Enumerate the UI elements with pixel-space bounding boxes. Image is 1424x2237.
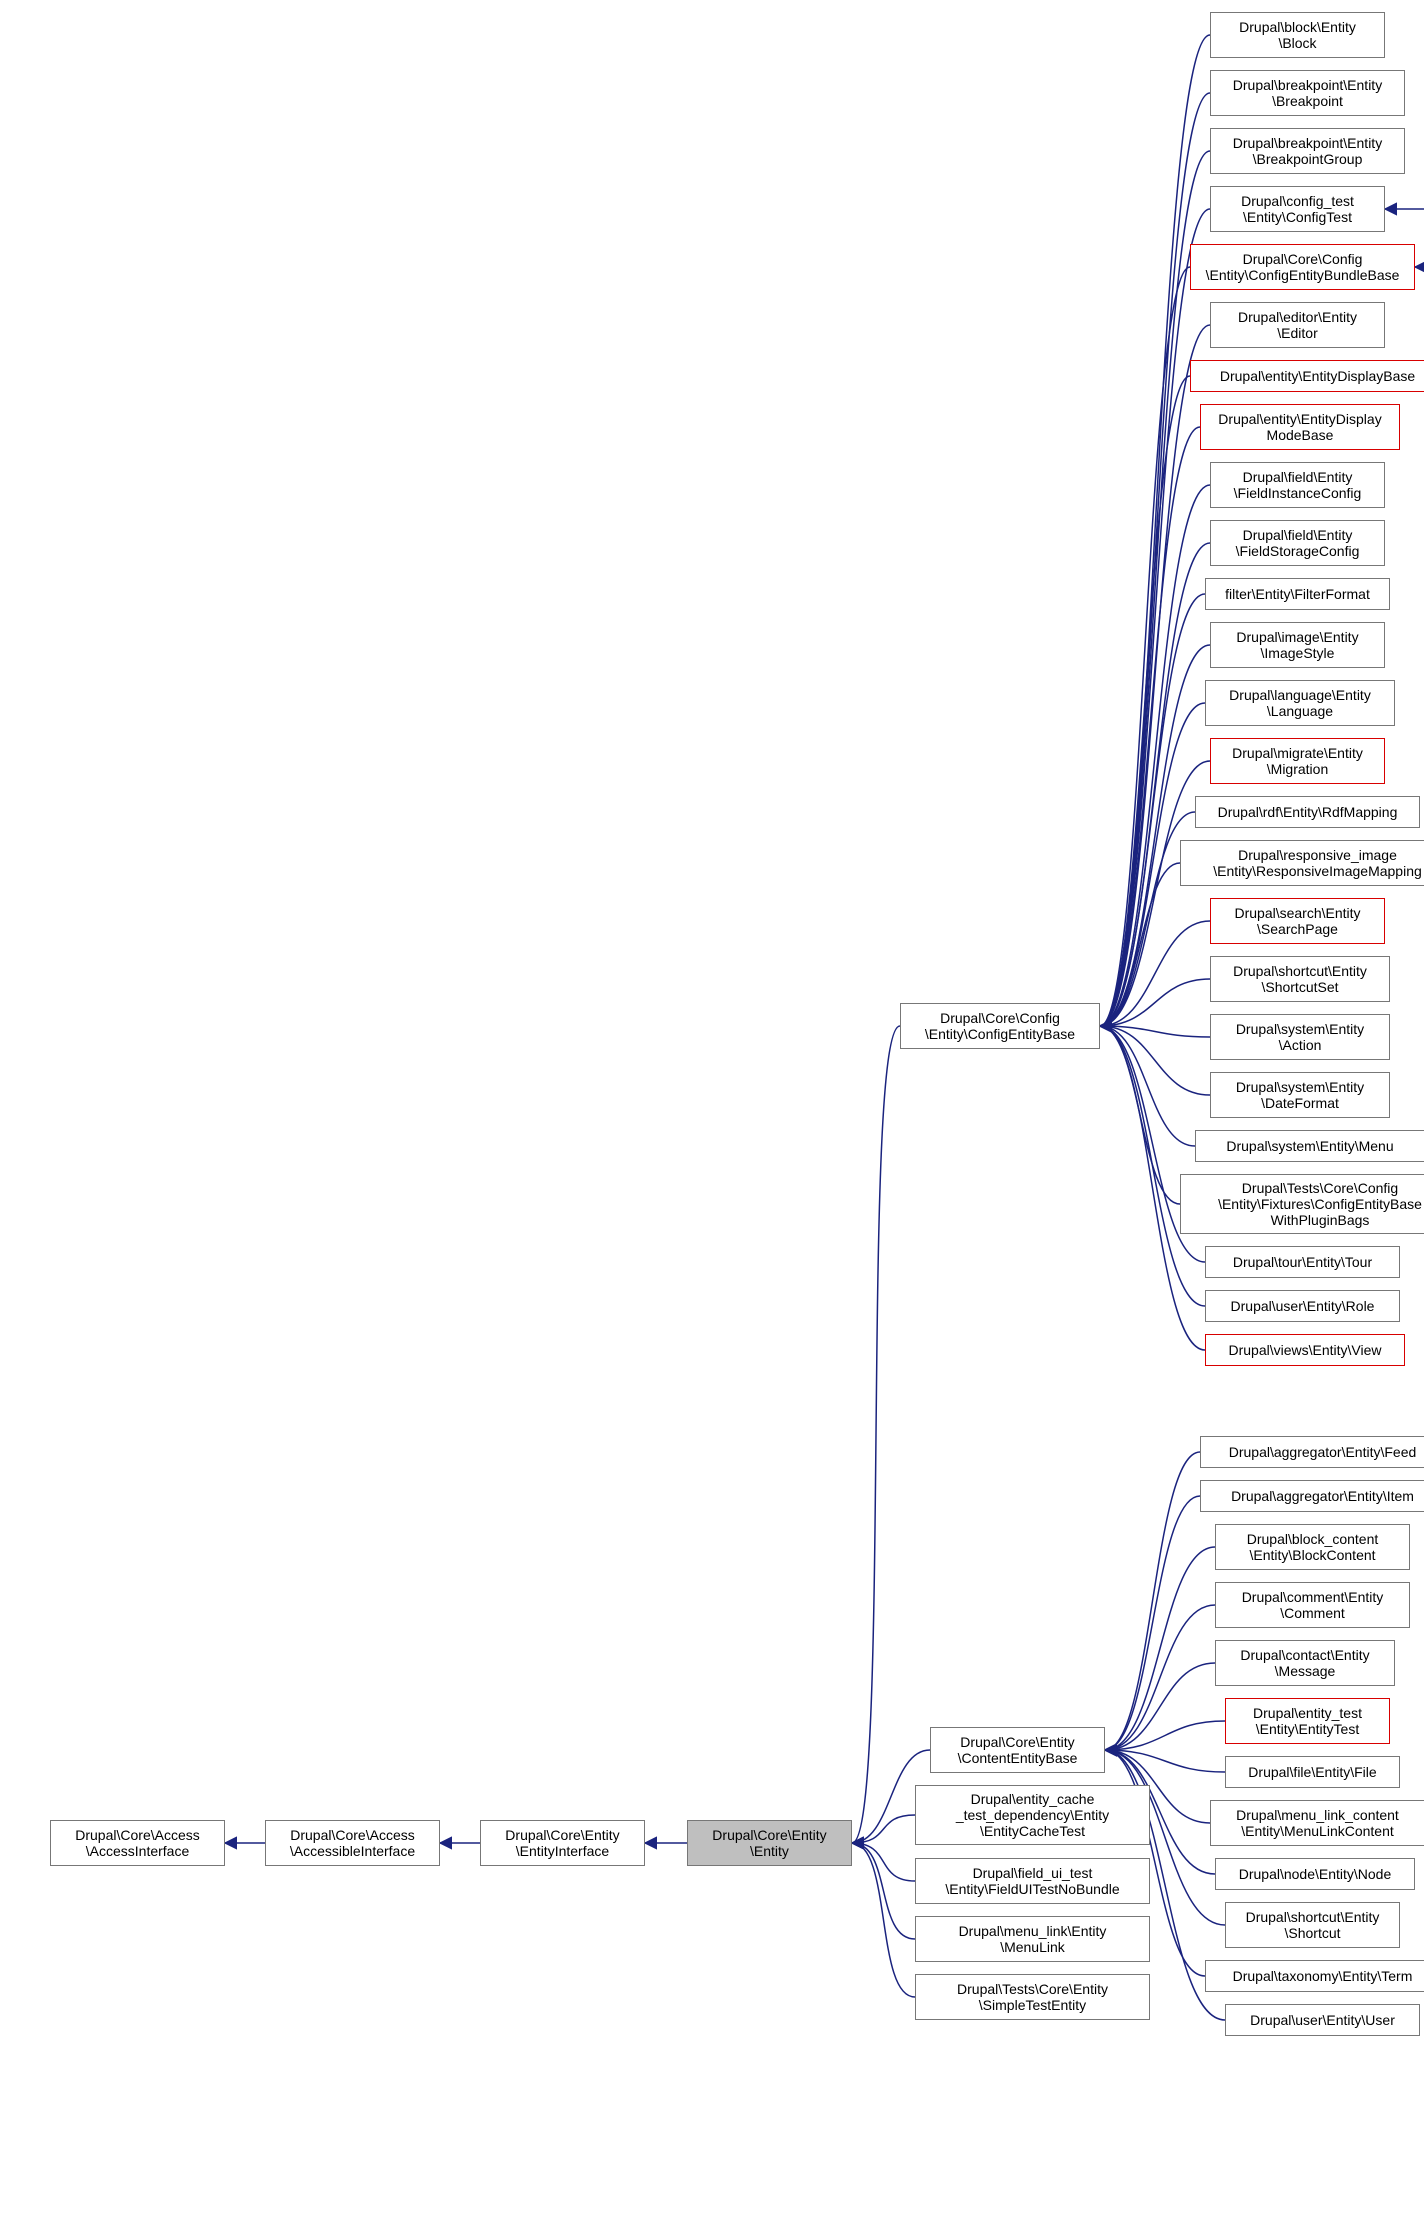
inheritance-edge [1100, 1026, 1205, 1306]
class-node-Breakpoint[interactable]: Drupal\breakpoint\Entity \Breakpoint [1210, 70, 1405, 116]
class-node-FieldStorageConfig[interactable]: Drupal\field\Entity \FieldStorageConfig [1210, 520, 1385, 566]
class-node-View[interactable]: Drupal\views\Entity\View [1205, 1334, 1405, 1366]
class-node-Node[interactable]: Drupal\node\Entity\Node [1215, 1858, 1415, 1890]
class-node-EntityCacheTest[interactable]: Drupal\entity_cache _test_dependency\Ent… [915, 1785, 1150, 1845]
class-node-ResponsiveImageMapping[interactable]: Drupal\responsive_image \Entity\Responsi… [1180, 840, 1424, 886]
class-node-User[interactable]: Drupal\user\Entity\User [1225, 2004, 1420, 2036]
class-node-ConfigEntityBundleBase[interactable]: Drupal\Core\Config \Entity\ConfigEntityB… [1190, 244, 1415, 290]
inheritance-edge [1100, 1026, 1180, 1204]
class-node-Feed[interactable]: Drupal\aggregator\Entity\Feed [1200, 1436, 1424, 1468]
class-node-FieldInstanceConfig[interactable]: Drupal\field\Entity \FieldInstanceConfig [1210, 462, 1385, 508]
inheritance-edge [1105, 1547, 1215, 1750]
inheritance-edge [1105, 1452, 1200, 1750]
inheritance-edge [852, 1843, 915, 1881]
class-node-ImageStyle[interactable]: Drupal\image\Entity \ImageStyle [1210, 622, 1385, 668]
inheritance-edge [852, 1026, 900, 1843]
class-node-Migration[interactable]: Drupal\migrate\Entity \Migration [1210, 738, 1385, 784]
class-node-Tour[interactable]: Drupal\tour\Entity\Tour [1205, 1246, 1400, 1278]
class-node-MenuLinkContent[interactable]: Drupal\menu_link_content \Entity\MenuLin… [1210, 1800, 1424, 1846]
inheritance-edge [1100, 325, 1210, 1026]
class-node-Comment[interactable]: Drupal\comment\Entity \Comment [1215, 1582, 1410, 1628]
inheritance-edge [1100, 761, 1210, 1026]
class-node-Block[interactable]: Drupal\block\Entity \Block [1210, 12, 1385, 58]
inheritance-edge [1100, 1026, 1195, 1146]
inheritance-edge [1100, 594, 1205, 1026]
inheritance-edge [1100, 645, 1210, 1026]
class-node-ContentEntityBase[interactable]: Drupal\Core\Entity \ContentEntityBase [930, 1727, 1105, 1773]
class-node-File[interactable]: Drupal\file\Entity\File [1225, 1756, 1400, 1788]
class-node-FilterFormat[interactable]: filter\Entity\FilterFormat [1205, 578, 1390, 610]
class-node-ConfigEntityBase[interactable]: Drupal\Core\Config \Entity\ConfigEntityB… [900, 1003, 1100, 1049]
class-node-EntityDisplayModeBase[interactable]: Drupal\entity\EntityDisplay ModeBase [1200, 404, 1400, 450]
inheritance-edge [1100, 921, 1210, 1026]
inheritance-edge [1100, 1026, 1210, 1095]
inheritance-edge [1100, 427, 1200, 1026]
class-node-SearchPage[interactable]: Drupal\search\Entity \SearchPage [1210, 898, 1385, 944]
inheritance-edge [1100, 1026, 1210, 1037]
class-node-Role[interactable]: Drupal\user\Entity\Role [1205, 1290, 1400, 1322]
inheritance-edge [1100, 485, 1210, 1026]
inheritance-edge [1100, 376, 1190, 1026]
inheritance-edge [852, 1815, 915, 1843]
class-node-AccessInterface[interactable]: Drupal\Core\Access \AccessInterface [50, 1820, 225, 1866]
inheritance-edge [1100, 93, 1210, 1026]
diagram-canvas: Drupal\Core\Access \AccessInterface Drupa… [0, 0, 1424, 2237]
inheritance-edge [1105, 1750, 1225, 1772]
inheritance-edge [1100, 543, 1210, 1026]
inheritance-edge [1105, 1605, 1215, 1750]
class-node-AccessibleInterface[interactable]: Drupal\Core\Access \AccessibleInterface [265, 1820, 440, 1866]
class-node-Menu[interactable]: Drupal\system\Entity\Menu [1195, 1130, 1424, 1162]
class-node-Editor[interactable]: Drupal\editor\Entity \Editor [1210, 302, 1385, 348]
class-node-RdfMapping[interactable]: Drupal\rdf\Entity\RdfMapping [1195, 796, 1420, 828]
class-node-Message[interactable]: Drupal\contact\Entity \Message [1215, 1640, 1395, 1686]
class-node-SimpleTestEntity[interactable]: Drupal\Tests\Core\Entity \SimpleTestEnti… [915, 1974, 1150, 2020]
inheritance-edge [1105, 1663, 1215, 1750]
class-node-DateFormat[interactable]: Drupal\system\Entity \DateFormat [1210, 1072, 1390, 1118]
inheritance-edge [1100, 209, 1210, 1026]
inheritance-edge [852, 1843, 915, 1939]
class-node-EntityInterface[interactable]: Drupal\Core\Entity \EntityInterface [480, 1820, 645, 1866]
inheritance-edge [1100, 267, 1190, 1026]
inheritance-edge [1100, 863, 1180, 1026]
class-node-FieldUITestNoBundle[interactable]: Drupal\field_ui_test \Entity\FieldUITest… [915, 1858, 1150, 1904]
class-node-ConfigTest[interactable]: Drupal\config_test \Entity\ConfigTest [1210, 186, 1385, 232]
class-node-BreakpointGroup[interactable]: Drupal\breakpoint\Entity \BreakpointGrou… [1210, 128, 1405, 174]
inheritance-edge [1105, 1721, 1225, 1750]
class-node-Term[interactable]: Drupal\taxonomy\Entity\Term [1205, 1960, 1424, 1992]
class-node-Language[interactable]: Drupal\language\Entity \Language [1205, 680, 1395, 726]
inheritance-edge [1100, 979, 1210, 1026]
class-node-EntityDisplayBase[interactable]: Drupal\entity\EntityDisplayBase [1190, 360, 1424, 392]
inheritance-edge [852, 1843, 915, 1997]
class-node-Shortcut[interactable]: Drupal\shortcut\Entity \Shortcut [1225, 1902, 1400, 1948]
class-node-Entity[interactable]: Drupal\Core\Entity \Entity [687, 1820, 852, 1866]
class-node-MenuLink[interactable]: Drupal\menu_link\Entity \MenuLink [915, 1916, 1150, 1962]
class-node-Action[interactable]: Drupal\system\Entity \Action [1210, 1014, 1390, 1060]
class-node-Item[interactable]: Drupal\aggregator\Entity\Item [1200, 1480, 1424, 1512]
class-node-EntityTest[interactable]: Drupal\entity_test \Entity\EntityTest [1225, 1698, 1390, 1744]
inheritance-edge [1105, 1496, 1200, 1750]
class-node-ShortcutSet[interactable]: Drupal\shortcut\Entity \ShortcutSet [1210, 956, 1390, 1002]
class-node-BlockContent[interactable]: Drupal\block_content \Entity\BlockConten… [1215, 1524, 1410, 1570]
class-node-ConfigEntityBaseWithPluginBags[interactable]: Drupal\Tests\Core\Config \Entity\Fixture… [1180, 1174, 1424, 1234]
